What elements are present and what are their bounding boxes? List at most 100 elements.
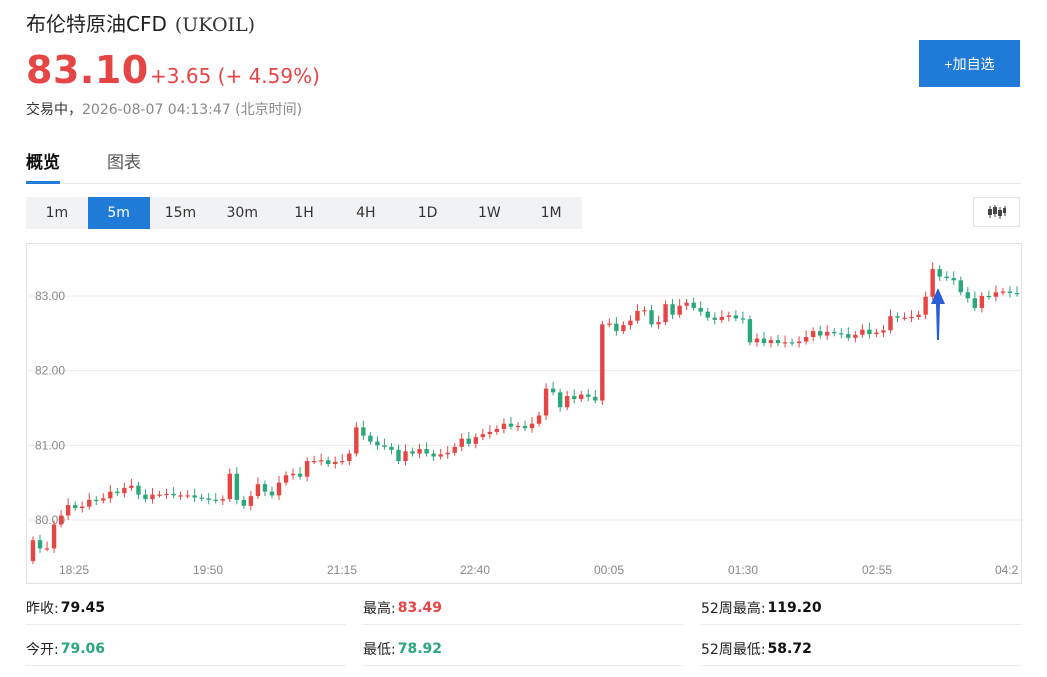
stat-label: 今开: [26, 642, 59, 658]
candlestick-icon [987, 205, 1006, 219]
candle-body [628, 320, 633, 326]
candle-body [326, 460, 331, 465]
candle-body [684, 302, 689, 306]
candle-body [361, 427, 366, 436]
candle-body [825, 331, 830, 336]
chart-type-button[interactable] [973, 197, 1020, 227]
candle-body [508, 423, 514, 427]
candle-body [670, 304, 675, 315]
candle-body [677, 305, 682, 315]
candle-body [923, 296, 928, 315]
candle-body [775, 340, 781, 344]
candle-body [206, 498, 211, 500]
candle-body [761, 338, 767, 344]
candle-body [192, 495, 197, 498]
candle-body [642, 310, 647, 312]
stat-label: 最高: [363, 601, 396, 617]
period-selector: 1m 5m 15m 30m 1H 4H 1D 1W 1M [26, 197, 582, 229]
candle-body [1014, 293, 1020, 295]
candle-body [789, 342, 795, 344]
candle-body [304, 461, 310, 477]
x-tick-label: 18:25 [59, 563, 89, 577]
candle-body [333, 461, 338, 465]
candle-body [65, 505, 71, 516]
candle-body [649, 310, 654, 325]
period-15m[interactable]: 15m [150, 197, 212, 229]
candle-body [340, 461, 345, 463]
candle-body [297, 473, 303, 477]
period-4h[interactable]: 4H [335, 197, 397, 229]
period-1mo[interactable]: 1M [520, 197, 582, 229]
candle-body [375, 441, 380, 446]
candle-body [227, 473, 232, 500]
candle-body [656, 322, 661, 325]
period-1h[interactable]: 1H [273, 197, 335, 229]
candle-body [733, 315, 739, 319]
period-5m[interactable]: 5m [87, 197, 150, 229]
candle-body [536, 415, 542, 424]
candle-body [501, 423, 507, 429]
tab-overview[interactable]: 概览 [26, 148, 60, 184]
candle-body [87, 499, 92, 507]
period-30m[interactable]: 30m [211, 197, 273, 229]
candle-body [522, 425, 528, 429]
candle-body [796, 341, 802, 344]
candle-body [726, 315, 732, 317]
candle-body [635, 310, 640, 321]
candle-body [515, 425, 521, 428]
candle-body [157, 494, 162, 496]
candle-body [867, 329, 872, 335]
view-tabs: 概览 图表 [26, 140, 1021, 184]
x-tick-label: 22:40 [460, 563, 490, 577]
candle-body [874, 332, 879, 335]
candle-body [543, 388, 549, 416]
candle-body [438, 454, 443, 457]
candle-body [94, 499, 99, 502]
stat-value: 79.45 [60, 600, 106, 616]
candle-body [564, 396, 570, 408]
candle-body [572, 396, 577, 400]
period-1d[interactable]: 1D [397, 197, 459, 229]
price-change: +3.65 (+ 4.59%) [150, 64, 320, 88]
candle-body [108, 491, 113, 499]
add-watchlist-button[interactable]: +加自选 [919, 40, 1020, 87]
candle-body [276, 482, 282, 496]
candle-body [993, 292, 999, 297]
candle-body [944, 276, 949, 279]
candle-body [1007, 291, 1013, 294]
candle-body [810, 331, 816, 338]
candle-body [846, 334, 851, 338]
candle-body [459, 438, 464, 447]
candle-body [930, 269, 935, 297]
candle-body [853, 334, 858, 338]
candle-body [452, 446, 457, 453]
x-tick-label: 00:05 [594, 563, 624, 577]
candle-body [818, 331, 823, 336]
candle-body [951, 278, 956, 281]
tab-chart[interactable]: 图表 [107, 148, 141, 184]
candle-body [529, 423, 535, 429]
candle-body [354, 427, 359, 454]
stat-prev-close: 昨收: 79.45 [26, 592, 346, 625]
candle-body [586, 394, 591, 397]
candle-body [269, 491, 275, 496]
candle-body [382, 445, 387, 447]
candle-body [234, 473, 240, 500]
x-tick-label: 19:50 [193, 563, 223, 577]
period-1w[interactable]: 1W [458, 197, 520, 229]
status-label: 交易中， [26, 102, 82, 118]
x-tick-label: 02:55 [862, 563, 892, 577]
candle-body [122, 487, 127, 494]
period-1m[interactable]: 1m [26, 197, 88, 229]
candle-body [803, 337, 809, 342]
candle-body [143, 494, 148, 500]
candle-body [600, 324, 605, 401]
y-tick-label: 83.00 [35, 289, 65, 303]
price-chart[interactable]: 83.00 82.00 81.00 80.00 18:25 19:50 21:15 22:40… [26, 243, 1023, 584]
candle-body [466, 438, 471, 444]
candle-body [403, 451, 408, 462]
candle-body [368, 435, 373, 442]
candle-body [1000, 291, 1006, 293]
candle-body [396, 449, 401, 462]
candle-body [937, 269, 942, 277]
